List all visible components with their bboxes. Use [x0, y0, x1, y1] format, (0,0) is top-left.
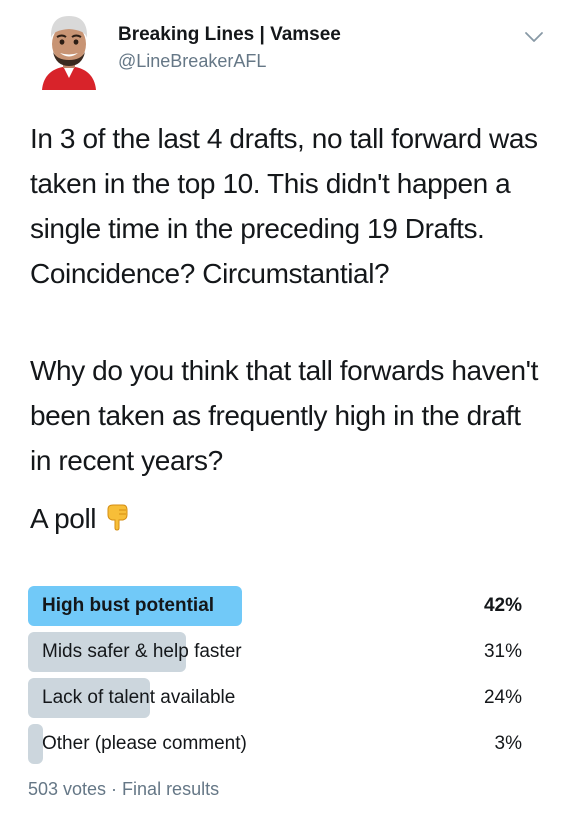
author-handle[interactable]: @LineBreakerAFL	[118, 51, 266, 72]
poll-intro-text: A poll	[30, 503, 97, 534]
tweet-header: Breaking Lines | Vamsee @LineBreakerAFL	[30, 6, 550, 92]
poll-bar	[28, 724, 43, 764]
poll-option-percent: 42%	[483, 595, 522, 616]
poll-option-1: High bust potential 42%	[28, 586, 528, 626]
poll-option-4: Other (please comment) 3%	[28, 724, 528, 764]
poll-option-percent: 24%	[483, 687, 522, 708]
poll-option-2: Mids safer & help faster 31%	[28, 632, 528, 672]
poll-option-label: Other (please comment)	[42, 733, 247, 754]
poll-option-label: High bust potential	[42, 595, 215, 616]
chevron-down-icon[interactable]	[524, 30, 544, 44]
poll-option-percent: 3%	[494, 733, 522, 754]
tweet-paragraph-3: A poll	[30, 496, 540, 541]
poll-option-3: Lack of talent available 24%	[28, 678, 528, 718]
author-display-name[interactable]: Breaking Lines | Vamsee	[118, 24, 341, 46]
poll-option-label: Mids safer & help faster	[42, 641, 242, 662]
poll-option-percent: 31%	[483, 641, 522, 662]
tweet-paragraph-2: Why do you think that tall forwards have…	[30, 355, 538, 476]
cartoon-avatar-icon[interactable]	[36, 12, 102, 90]
poll-footer: 503 votes · Final results	[28, 779, 220, 799]
poll: High bust potential 42% Mids safer & hel…	[28, 586, 528, 770]
poll-option-label: Lack of talent available	[42, 687, 236, 708]
tweet-paragraph-1: In 3 of the last 4 drafts, no tall forwa…	[30, 123, 538, 289]
pointing-down-hand-icon	[107, 504, 128, 531]
